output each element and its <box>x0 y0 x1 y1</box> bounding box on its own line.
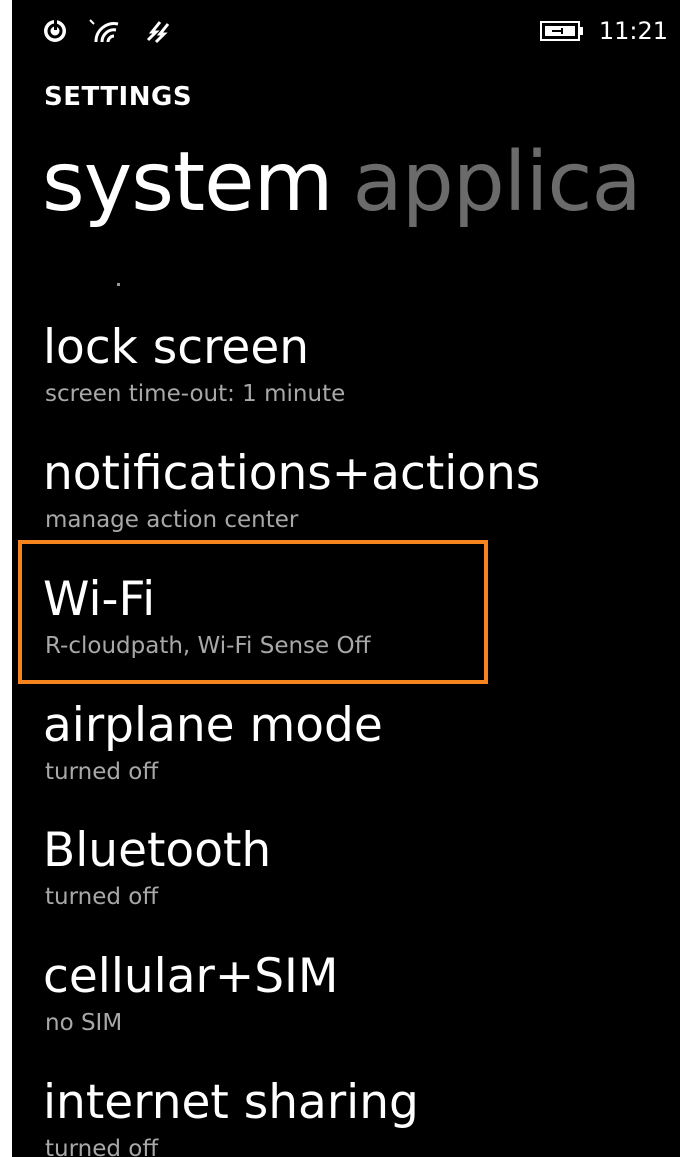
setting-title: cellular+SIM <box>43 949 339 1004</box>
data-sync-icon <box>144 18 170 44</box>
setting-title: airplane mode <box>43 698 383 753</box>
setting-subtitle: manage action center <box>45 507 299 533</box>
divider-dot <box>117 283 120 286</box>
pivot-header: system applica <box>42 128 642 238</box>
setting-title: lock screen <box>43 320 310 375</box>
app-title: SETTINGS <box>44 82 193 112</box>
setting-airplane-mode[interactable]: airplane mode turned off <box>12 696 680 816</box>
phone-screen: 11:21 SETTINGS system applica lock screen… <box>12 0 680 1157</box>
setting-cellular-sim[interactable]: cellular+SIM no SIM <box>12 947 680 1067</box>
setting-title: notifications+actions <box>43 446 541 501</box>
nfc-icon <box>42 18 68 44</box>
status-time: 11:21 <box>598 17 668 45</box>
status-bar: 11:21 <box>12 0 680 60</box>
setting-subtitle: turned off <box>45 759 159 785</box>
setting-subtitle: screen time-out: 1 minute <box>45 381 346 407</box>
setting-title: Wi-Fi <box>43 572 156 627</box>
setting-title: internet sharing <box>43 1075 419 1130</box>
setting-subtitle: R-cloudpath, Wi-Fi Sense Off <box>45 633 371 659</box>
setting-wifi[interactable]: Wi-Fi R-cloudpath, Wi-Fi Sense Off <box>12 570 680 690</box>
setting-internet-sharing[interactable]: internet sharing turned off <box>12 1073 680 1157</box>
pivot-item-applications[interactable]: applica <box>352 135 641 230</box>
setting-title: Bluetooth <box>43 823 272 878</box>
pivot-item-system[interactable]: system <box>42 135 333 230</box>
wifi-signal-icon <box>88 18 122 44</box>
setting-bluetooth[interactable]: Bluetooth turned off <box>12 821 680 941</box>
setting-subtitle: turned off <box>45 1136 159 1157</box>
setting-subtitle: no SIM <box>45 1010 123 1036</box>
battery-charging-icon <box>540 20 584 46</box>
setting-notifications-actions[interactable]: notifications+actions manage action cent… <box>12 444 680 564</box>
setting-lock-screen[interactable]: lock screen screen time-out: 1 minute <box>12 318 680 438</box>
setting-subtitle: turned off <box>45 884 159 910</box>
